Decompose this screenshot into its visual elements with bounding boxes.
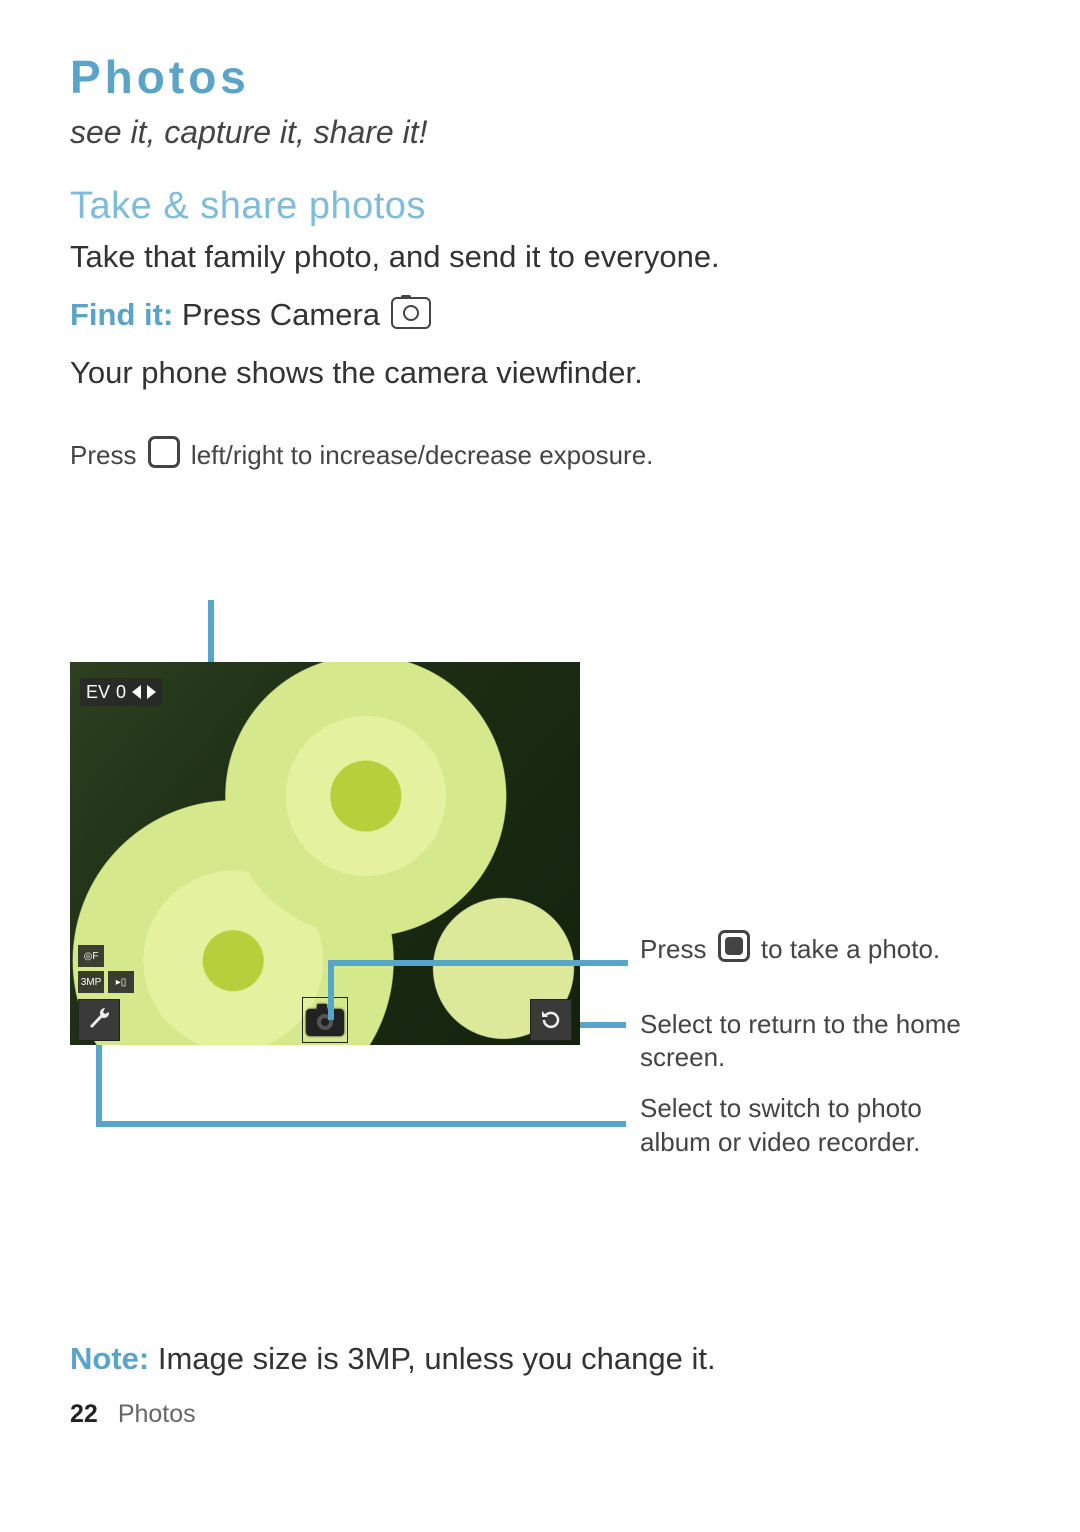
find-it-text: Press Camera: [173, 297, 388, 332]
footer-section: Photos: [118, 1400, 196, 1428]
page-subtitle: see it, capture it, share it!: [70, 114, 1015, 151]
exposure-callout-text-after: left/right to increase/decrease exposure…: [184, 440, 654, 470]
intro-text: Take that family photo, and send it to e…: [70, 236, 1015, 278]
exposure-callout-text-before: Press: [70, 440, 144, 470]
page-title: Photos: [70, 50, 1015, 104]
find-it-label: Find it:: [70, 297, 173, 332]
callout-connector: [96, 1121, 626, 1127]
viewfinder-toolbar: [78, 999, 572, 1041]
viewfinder-photo: [70, 662, 580, 1045]
exposure-callout: Press left/right to increase/decrease ex…: [70, 436, 1015, 472]
switch-mode-callout: Select to switch to photo album or video…: [640, 1092, 970, 1160]
nav-key-outline-icon: [148, 436, 180, 468]
ev-value: 0: [116, 682, 126, 703]
callout-connector: [208, 600, 214, 662]
note-text: Image size is 3MP, unless you change it.: [149, 1341, 715, 1376]
page-number: 22: [70, 1400, 98, 1428]
tools-button[interactable]: [78, 999, 120, 1041]
take-photo-before: Press: [640, 934, 714, 964]
note-line: Note: Image size is 3MP, unless you chan…: [70, 1341, 716, 1377]
shutter-button[interactable]: [302, 997, 348, 1043]
return-icon: [539, 1008, 563, 1032]
callout-connector: [580, 1022, 626, 1028]
storage-icon: ▸▯: [108, 971, 134, 993]
camera-key-icon: [391, 297, 431, 329]
return-home-callout: Select to return to the home screen.: [640, 1008, 1000, 1073]
callout-connector: [96, 1045, 102, 1127]
wrench-icon: [87, 1008, 111, 1032]
nav-key-center-icon: [718, 930, 750, 962]
page-footer: 22 Photos: [70, 1400, 196, 1429]
exposure-indicator[interactable]: EV 0: [80, 678, 162, 706]
callout-connector: [328, 960, 628, 966]
arrow-left-icon: [132, 685, 141, 699]
take-photo-callout: Press to take a photo.: [640, 930, 1000, 966]
viewfinder-text: Your phone shows the camera viewfinder.: [70, 352, 1015, 394]
note-label: Note:: [70, 1341, 149, 1376]
camera-viewfinder: EV 0 ◎F 3MP ▸▯: [70, 662, 580, 1045]
focus-mode-icon: ◎F: [78, 945, 104, 967]
find-it-line: Find it: Press Camera: [70, 294, 1015, 336]
resolution-icon: 3MP: [78, 971, 104, 993]
arrow-right-icon: [147, 685, 156, 699]
camera-icon: [305, 1003, 345, 1037]
viewfinder-status-icons: ◎F 3MP ▸▯: [78, 945, 134, 993]
ev-label: EV: [86, 682, 110, 703]
back-button[interactable]: [530, 999, 572, 1041]
take-photo-after: to take a photo.: [754, 934, 940, 964]
callout-connector: [328, 960, 334, 1020]
section-heading: Take & share photos: [70, 185, 1015, 228]
